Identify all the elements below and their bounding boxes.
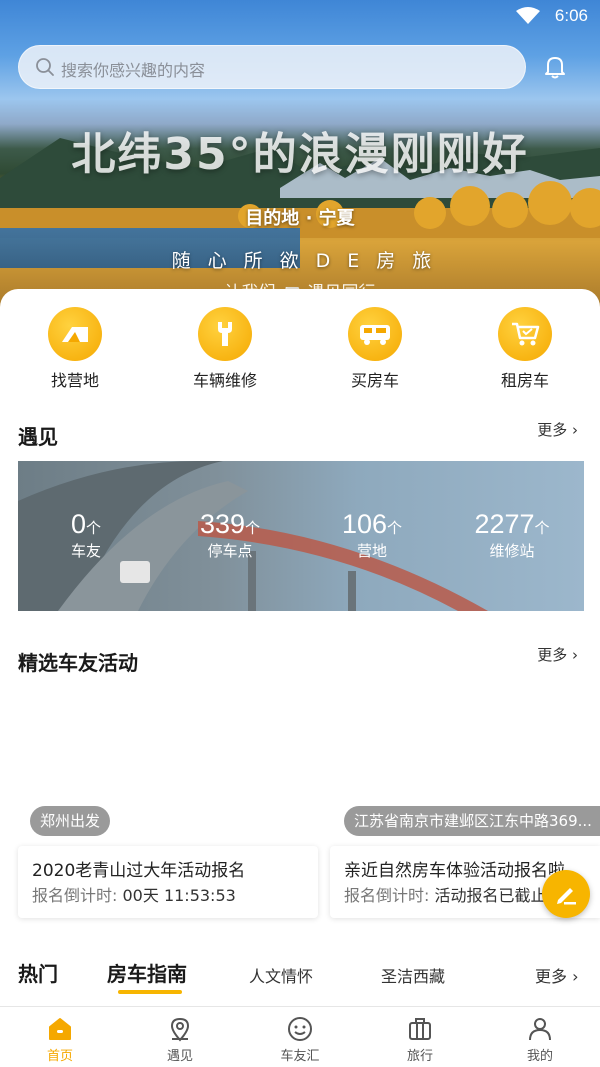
- tab-tibet[interactable]: 圣洁西藏: [381, 963, 445, 987]
- chevron-right-icon: ›: [572, 421, 578, 439]
- nav-travel[interactable]: 旅行: [370, 1015, 470, 1064]
- quick-icon-wrap: [48, 307, 102, 361]
- stat-repair-stations: 2277个 维修站: [442, 509, 582, 561]
- search-input[interactable]: 搜索你感兴趣的内容: [18, 45, 526, 89]
- smile-icon: [288, 1017, 312, 1041]
- quick-label: 租房车: [500, 371, 549, 390]
- edit-pen-icon: [557, 888, 576, 905]
- quick-vehicle-repair[interactable]: 车辆维修: [170, 307, 280, 391]
- stat-value: 339: [199, 509, 246, 539]
- search-icon: [36, 58, 54, 76]
- stat-campsites: 106个 营地: [302, 509, 442, 561]
- hero-title: 北纬35°的浪漫刚刚好: [71, 129, 529, 180]
- stat-value: 0: [70, 509, 86, 539]
- quick-buy-rv[interactable]: 买房车: [320, 307, 430, 391]
- countdown-value: 00天 11:53:53: [122, 886, 236, 905]
- activities-more-link[interactable]: 更多 ›: [537, 644, 578, 665]
- bottom-nav: 首页 遇见 车友汇 旅行 我的: [0, 1006, 600, 1067]
- stat-unit: 个: [387, 519, 403, 537]
- tab-hot[interactable]: 热门: [18, 958, 58, 987]
- nav-label: 首页: [46, 1049, 73, 1064]
- nav-label: 旅行: [406, 1049, 433, 1064]
- quick-find-campsite[interactable]: 找营地: [20, 307, 130, 391]
- activity-title: 2020老青山过大年活动报名: [32, 861, 246, 881]
- nav-label: 我的: [526, 1049, 553, 1064]
- hero-slogan: 随心所欲DE房旅: [171, 250, 449, 272]
- activity-location-badge: 郑州出发: [30, 806, 111, 836]
- more-label: 更多: [537, 421, 568, 439]
- encounter-stats-banner[interactable]: 0个 车友 339个 停车点 106个 营地 2277个 维修站: [18, 461, 584, 611]
- stat-label: 车友: [70, 542, 101, 560]
- search-placeholder: 搜索你感兴趣的内容: [61, 61, 206, 80]
- more-label: 更多: [537, 646, 568, 664]
- more-label: 更多: [535, 967, 568, 986]
- encounter-more-link[interactable]: 更多 ›: [537, 419, 578, 440]
- quick-rent-rv[interactable]: 租房车: [470, 307, 580, 391]
- activity-countdown: 报名倒计时: 00天 11:53:53: [32, 882, 236, 906]
- countdown-value: 活动报名已截止: [434, 886, 547, 905]
- stat-label: 停车点: [207, 542, 253, 560]
- countdown-label: 报名倒计时:: [32, 886, 118, 905]
- stat-car-friends: 0个 车友: [18, 509, 156, 561]
- activity-countdown: 报名倒计时: 活动报名已截止: [344, 882, 547, 906]
- stat-unit: 个: [86, 519, 102, 537]
- suitcase-icon: [409, 1018, 431, 1040]
- wrench-icon: [218, 322, 232, 346]
- nav-label: 遇见: [166, 1049, 193, 1064]
- activities-section-title: 精选车友活动: [18, 651, 138, 675]
- stat-label: 营地: [356, 542, 387, 560]
- compose-fab[interactable]: [542, 870, 590, 918]
- stat-label: 维修站: [489, 542, 535, 560]
- activity-title: 亲近自然房车体验活动报名啦: [344, 861, 565, 881]
- activity-location-badge: 江苏省南京市建邺区江东中路369...: [344, 806, 600, 836]
- nav-encounter[interactable]: 遇见: [130, 1015, 230, 1064]
- nav-label: 车友汇: [280, 1049, 320, 1064]
- user-icon: [529, 1018, 551, 1041]
- home-icon: [49, 1018, 71, 1040]
- quick-label: 买房车: [350, 371, 399, 390]
- hero-banner[interactable]: 6:06 搜索你感兴趣的内容 北纬35°的浪漫刚刚好 目的地 · 宁夏 随心所欲…: [0, 0, 600, 310]
- quick-icon-wrap: [498, 307, 552, 361]
- tab-rv-guide[interactable]: 房车指南: [107, 958, 187, 987]
- rv-icon: [360, 325, 390, 345]
- stat-value: 2277: [474, 509, 535, 539]
- nav-profile[interactable]: 我的: [490, 1015, 590, 1064]
- hero-destination: 目的地 · 宁夏: [245, 208, 355, 229]
- stat-parking: 339个 停车点: [160, 509, 300, 561]
- stat-value: 106: [341, 509, 388, 539]
- guide-tabs: 热门 房车指南 人文情怀 圣洁西藏 更多 ›: [0, 958, 600, 998]
- active-tab-indicator: [118, 990, 182, 994]
- status-time: 6:06: [554, 6, 588, 25]
- wifi-icon: [516, 7, 540, 24]
- status-bar: 6:06: [0, 0, 600, 34]
- quick-label: 找营地: [50, 371, 99, 390]
- chevron-right-icon: ›: [572, 967, 579, 986]
- countdown-label: 报名倒计时:: [344, 886, 430, 905]
- quick-actions: 找营地 车辆维修 买房车 租房车: [0, 307, 600, 390]
- tent-icon: [62, 327, 88, 342]
- nav-home[interactable]: 首页: [10, 1015, 110, 1064]
- stat-unit: 个: [534, 519, 550, 537]
- activity-card[interactable]: 2020老青山过大年活动报名 报名倒计时: 00天 11:53:53: [18, 846, 318, 918]
- tabs-more-link[interactable]: 更多 ›: [535, 963, 579, 987]
- nav-car-club[interactable]: 车友汇: [250, 1015, 350, 1064]
- quick-label: 车辆维修: [192, 371, 257, 390]
- cart-icon: [512, 322, 540, 346]
- encounter-section-title: 遇见: [18, 425, 58, 449]
- stat-unit: 个: [245, 519, 261, 537]
- tab-culture[interactable]: 人文情怀: [249, 963, 313, 987]
- quick-icon-wrap: [198, 307, 252, 361]
- quick-icon-wrap: [348, 307, 402, 361]
- location-icon: [170, 1017, 190, 1042]
- chevron-right-icon: ›: [572, 646, 578, 664]
- main-content-card: 找营地 车辆维修 买房车 租房车 遇见 更多 › 0个 车友 339个 停车点 …: [0, 289, 600, 1009]
- bell-icon[interactable]: [541, 53, 569, 81]
